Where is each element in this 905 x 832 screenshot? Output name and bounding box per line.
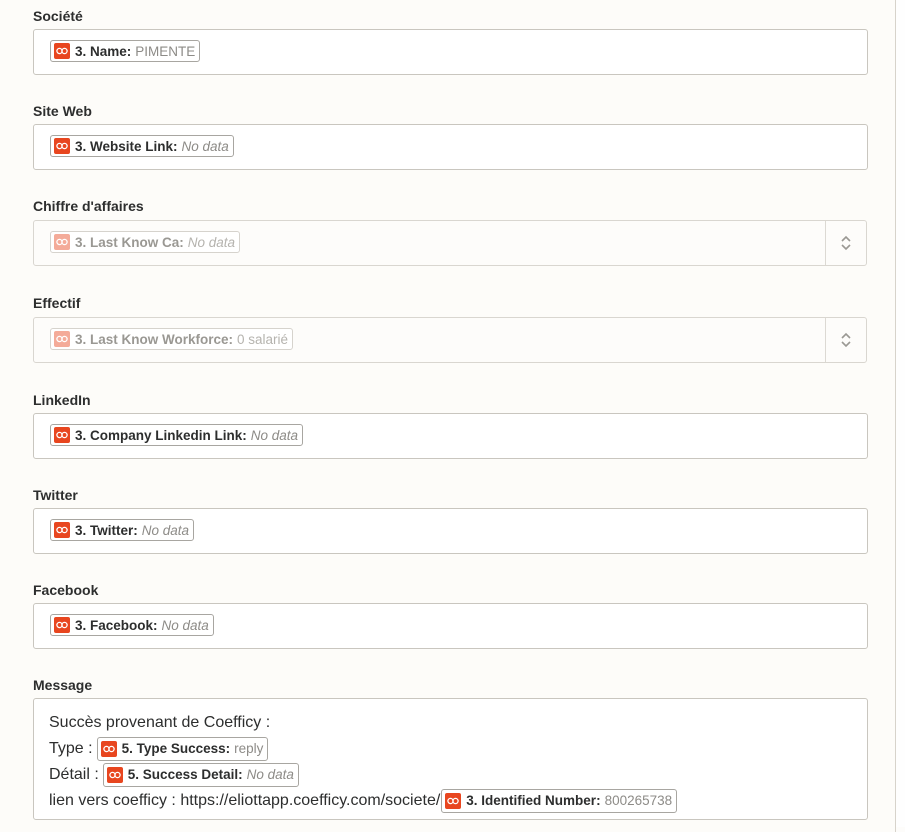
- field-twitter: Twitter 3. Twitter: No data: [33, 486, 868, 554]
- message-text: Détail :: [49, 766, 99, 783]
- mapped-value-pill[interactable]: 3. Identified Number: 800265738: [441, 789, 678, 813]
- pill-name: 3. Twitter:: [75, 522, 138, 538]
- coefficy-logo-icon: [54, 138, 70, 154]
- coefficy-logo-icon: [106, 767, 123, 783]
- chiffre-affaires-input[interactable]: 3. Last Know Ca: No data: [33, 220, 867, 266]
- scrollbar-track[interactable]: [896, 0, 905, 827]
- field-chiffre-affaires: Chiffre d'affaires 3. Last Know Ca: No d…: [33, 197, 868, 266]
- field-societe: Société 3. Name: PIMENTE: [33, 7, 868, 75]
- pill-value: 0 salarié: [237, 331, 289, 347]
- pill-value: No data: [187, 234, 236, 250]
- field-linkedin: LinkedIn 3. Company Linkedin Link: No da…: [33, 391, 868, 459]
- chevron-up-down-icon: [841, 332, 851, 348]
- mapped-value-pill[interactable]: 3. Facebook: No data: [50, 614, 214, 636]
- field-site-web: Site Web 3. Website Link: No data: [33, 102, 868, 170]
- effectif-input[interactable]: 3. Last Know Workforce: 0 salarié: [33, 317, 867, 363]
- pill-name: 5. Success Detail:: [127, 767, 243, 782]
- pill-value: No data: [181, 138, 229, 154]
- pill-value: PIMENTE: [135, 43, 196, 59]
- field-label: Twitter: [33, 487, 78, 503]
- field-label: Facebook: [33, 582, 99, 598]
- mapped-value-pill[interactable]: 3. Last Know Workforce: 0 salarié: [50, 328, 294, 350]
- pill-name: 3. Facebook:: [75, 617, 158, 633]
- pill-value: No data: [246, 767, 294, 782]
- coefficy-logo-icon: [54, 234, 70, 250]
- pill-name: 3. Company Linkedin Link:: [75, 427, 247, 443]
- pill-name: 3. Last Know Workforce:: [75, 331, 234, 347]
- pill-value: No data: [250, 427, 299, 443]
- field-message: Message Succès provenant de Coefficy : T…: [33, 676, 868, 820]
- field-label: LinkedIn: [33, 392, 91, 408]
- linkedin-input[interactable]: 3. Company Linkedin Link: No data: [33, 413, 868, 459]
- site-web-input[interactable]: 3. Website Link: No data: [33, 124, 868, 170]
- facebook-input[interactable]: 3. Facebook: No data: [33, 603, 868, 649]
- message-line-4: lien vers coefficy : https://eliottapp.c…: [49, 788, 852, 814]
- coefficy-logo-icon: [54, 617, 70, 633]
- field-label: Effectif: [33, 295, 81, 311]
- message-text: Succès provenant de Coefficy :: [49, 714, 271, 731]
- message-text: lien vers coefficy : https://eliottapp.c…: [49, 792, 441, 809]
- mapped-value-pill[interactable]: 3. Website Link: No data: [50, 135, 234, 157]
- field-label: Société: [33, 8, 83, 24]
- coefficy-logo-icon: [54, 427, 70, 443]
- mapped-value-pill[interactable]: 3. Name: PIMENTE: [50, 40, 201, 62]
- coefficy-logo-icon: [54, 522, 70, 538]
- message-text: Type :: [49, 740, 93, 757]
- field-label: Message: [33, 677, 93, 693]
- mapped-value-pill[interactable]: 3. Company Linkedin Link: No data: [50, 424, 304, 446]
- mapped-value-pill[interactable]: 3. Twitter: No data: [50, 519, 195, 541]
- message-line-2: Type : 5. Type Success: reply: [49, 736, 852, 762]
- pill-value: reply: [234, 741, 264, 756]
- societe-input[interactable]: 3. Name: PIMENTE: [33, 29, 868, 75]
- field-label: Chiffre d'affaires: [33, 198, 144, 214]
- pill-name: 5. Type Success:: [121, 741, 231, 756]
- field-facebook: Facebook 3. Facebook: No data: [33, 581, 868, 649]
- coefficy-logo-icon: [445, 793, 462, 809]
- mapped-value-pill[interactable]: 3. Last Know Ca: No data: [50, 231, 241, 253]
- mapped-value-pill[interactable]: 5. Type Success: reply: [96, 737, 269, 761]
- twitter-input[interactable]: 3. Twitter: No data: [33, 508, 868, 554]
- message-line-3: Détail : 5. Success Detail: No data: [49, 762, 852, 788]
- coefficy-logo-icon: [54, 43, 70, 59]
- number-stepper[interactable]: [825, 318, 866, 362]
- field-label: Site Web: [33, 103, 92, 119]
- pill-name: 3. Identified Number:: [466, 793, 601, 808]
- pill-value: No data: [141, 522, 190, 538]
- message-line-1: Succès provenant de Coefficy :: [49, 710, 852, 736]
- pill-value: No data: [161, 617, 209, 633]
- coefficy-logo-icon: [100, 741, 117, 757]
- pill-name: 3. Last Know Ca:: [75, 234, 184, 250]
- coefficy-logo-icon: [54, 331, 70, 347]
- chevron-up-down-icon: [841, 235, 851, 251]
- message-textarea[interactable]: Succès provenant de Coefficy : Type : 5.…: [33, 698, 868, 820]
- mapped-value-pill[interactable]: 5. Success Detail: No data: [102, 763, 299, 787]
- number-stepper[interactable]: [825, 221, 866, 265]
- pill-value: 800265738: [604, 793, 673, 808]
- pill-name: 3. Website Link:: [75, 138, 178, 154]
- pill-name: 3. Name:: [75, 43, 132, 59]
- field-effectif: Effectif 3. Last Know Workforce: 0 salar…: [33, 294, 868, 363]
